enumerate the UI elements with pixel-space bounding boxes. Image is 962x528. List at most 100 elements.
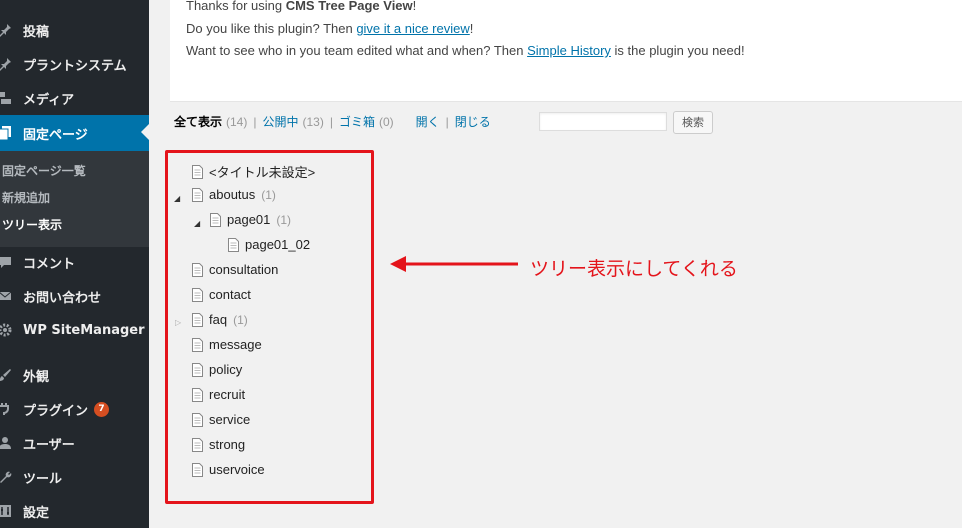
sidebar-item-pages[interactable]: 固定ページ [0,115,149,151]
sidebar-item-tools[interactable]: ツール [0,460,149,494]
page-icon [192,462,203,477]
collapsed-arrow-icon[interactable]: ▷ [175,318,181,327]
submenu-item-tree-view[interactable]: ツリー表示 [2,216,62,233]
plugin-notice: Thanks for using CMS Tree Page View! Do … [170,0,962,102]
filter-all[interactable]: 全て表示 [174,113,222,130]
notice-thanks-line: Thanks for using CMS Tree Page View! [186,0,417,13]
pin-icon [0,55,14,73]
tree-item-title: message [209,337,262,352]
mail-icon [0,287,14,305]
filter-separator: | [445,114,449,129]
submenu-item-add-new[interactable]: 新規追加 [2,189,50,206]
pin-icon [0,21,14,39]
tree-item-title: recruit [209,387,246,402]
pages-icon [0,124,14,142]
tree-item[interactable]: aboutus (1) [192,187,276,202]
collapse-all-link[interactable]: 閉じる [455,113,491,130]
submenu-item-all-pages[interactable]: 固定ページ一覧 [2,162,86,179]
filter-all-count: (14) [226,114,248,129]
tree-item-title: contact [209,287,251,302]
tree-item[interactable]: consultation [192,262,278,277]
simple-history-link[interactable]: Simple History [527,43,611,58]
admin-sidebar: 投稿 プラントシステム メディア 固定ページ 固定ページ一覧 新規追加 ツリー表… [0,0,149,528]
search-button[interactable]: 検索 [673,111,713,134]
expand-all-link[interactable]: 開く [416,113,440,130]
page-icon [192,287,203,302]
review-link[interactable]: give it a nice review [356,21,469,36]
sidebar-item-wp-sitemanager[interactable]: WP SiteManager [0,313,149,347]
plugin-update-badge: 7 [94,401,110,417]
page-icon [192,187,203,202]
tree-item-title: consultation [209,262,279,277]
tree-item-count: (1) [233,312,248,327]
plugin-name: CMS Tree Page View [285,0,413,13]
filter-trash-count: (0) [378,114,394,129]
tree-item-count: (1) [261,187,276,202]
tree-item[interactable]: strong [192,437,245,452]
tree-item[interactable]: page01_02 [228,237,310,252]
search-input[interactable] [539,112,667,131]
sidebar-item-settings[interactable]: 設定 [0,494,149,528]
sidebar-item-plugins[interactable]: プラグイン 7 [0,392,149,426]
sidebar-item-label: プラグイン [23,403,89,419]
tree-item[interactable]: service [192,412,250,427]
settings-icon [0,502,14,520]
brush-icon [0,366,14,384]
notice-review-line: Do you like this plugin? Then give it a … [186,21,474,36]
sidebar-item-label: コメント [23,256,76,272]
sidebar-item-posts[interactable]: 投稿 [0,13,149,47]
tree-item-title: policy [209,362,243,377]
wrench-icon [0,468,14,486]
gear-icon [0,321,14,339]
page-icon [192,262,203,277]
tree-item-title: page01_02 [245,237,311,252]
filter-separator: | [329,114,333,129]
sidebar-item-label: ユーザー [23,437,75,453]
tree-item-title: uservoice [209,462,265,477]
pages-submenu: 固定ページ一覧 新規追加 ツリー表示 [0,151,149,247]
tree-item[interactable]: uservoice [192,462,265,477]
tree-item[interactable]: recruit [192,387,245,402]
filter-published[interactable]: 公開中 [262,113,298,130]
sidebar-item-label: WP SiteManager [23,322,145,338]
sidebar-item-users[interactable]: ユーザー [0,426,149,460]
tree-item[interactable]: message [192,337,262,352]
tree-item[interactable]: contact [192,287,251,302]
sidebar-item-label: ツール [23,471,63,487]
page-icon [192,387,203,402]
filter-published-count: (13) [302,114,324,129]
media-icon [0,89,14,107]
tree-item[interactable]: <タイトル未設定> [192,162,315,181]
expanded-arrow-icon[interactable]: ◢ [194,219,200,228]
tree-item[interactable]: page01 (1) [210,212,291,227]
filter-separator: | [253,114,257,129]
page-icon [192,337,203,352]
annotation-arrow-icon [390,256,518,272]
sidebar-item-label: メディア [23,92,75,108]
sidebar-item-label: 設定 [23,505,50,521]
sidebar-item-label: 投稿 [23,24,50,40]
sidebar-item-contact[interactable]: お問い合わせ [0,279,149,313]
annotation-text: ツリー表示にしてくれる [530,258,738,280]
page-icon [192,437,203,452]
tree-item-title: strong [209,437,246,452]
sidebar-item-label: プラントシステム [23,58,127,74]
status-filters: 全て表示 (14) | 公開中 (13) | ゴミ箱 (0) 開く | 閉じる [174,113,491,130]
page-icon [192,412,203,427]
filter-trash[interactable]: ゴミ箱 [339,113,375,130]
expanded-arrow-icon[interactable]: ◢ [174,194,180,203]
tree-item-count: (1) [276,212,292,227]
sidebar-item-media[interactable]: メディア [0,81,149,115]
page-icon [192,164,203,179]
sidebar-item-appearance[interactable]: 外観 [0,358,149,392]
tree-item-title: <タイトル未設定> [209,165,316,180]
sidebar-item-comments[interactable]: コメント [0,245,149,279]
notice-history-line: Want to see who in you team edited what … [186,43,745,58]
sidebar-item-label: 固定ページ [23,127,88,143]
tree-item[interactable]: faq (1) [192,312,248,327]
tree-item[interactable]: policy [192,362,242,377]
tree-item-title: service [209,412,251,427]
page-icon [192,362,203,377]
sidebar-item-plant-system[interactable]: プラントシステム [0,47,149,81]
sidebar-item-label: 外観 [23,369,50,385]
